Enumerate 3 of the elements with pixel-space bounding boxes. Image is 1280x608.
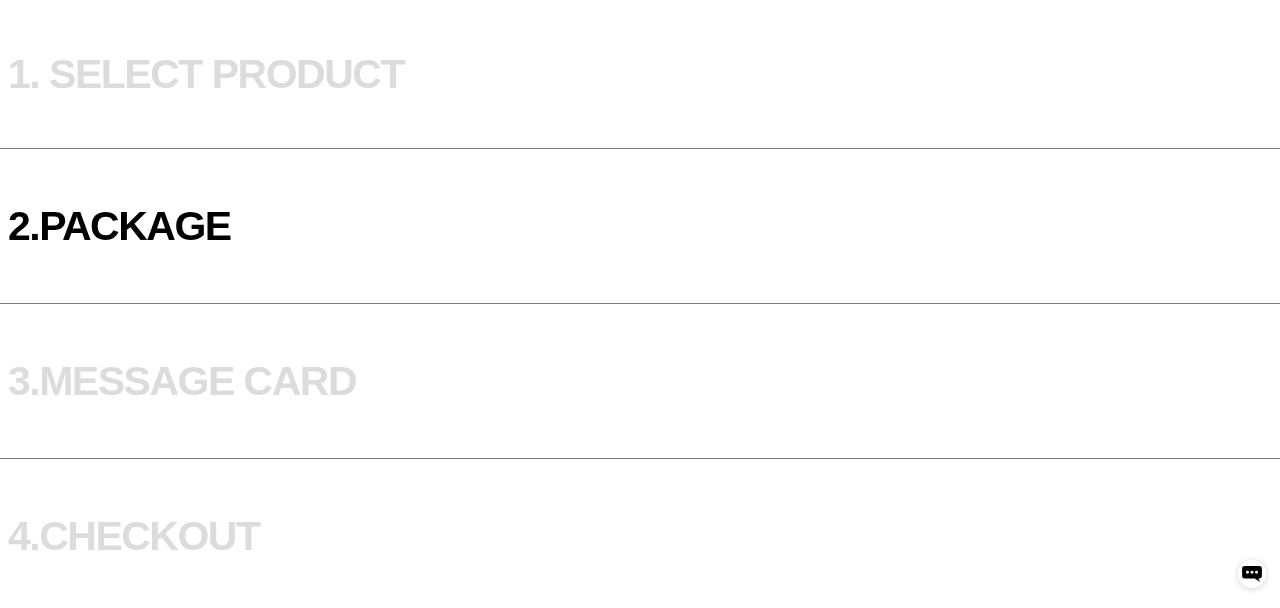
chat-button[interactable] [1238, 560, 1266, 588]
chat-icon [1241, 565, 1263, 583]
step-heading[interactable]: 2.PACKAGE [8, 201, 231, 251]
